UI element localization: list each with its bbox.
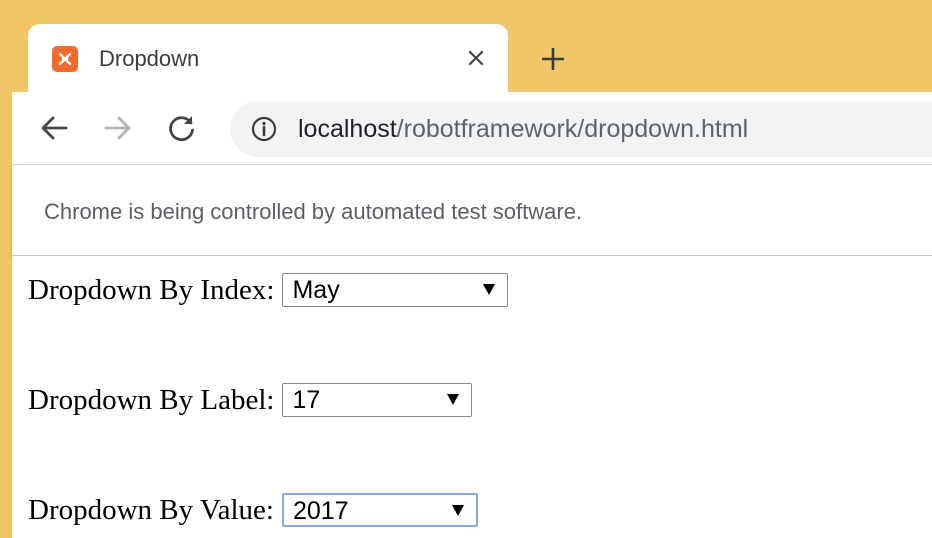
dropdown-by-index-label: Dropdown By Index:: [28, 273, 275, 306]
triangle-down-icon: [451, 505, 464, 516]
dropdown-by-label-row: Dropdown By Label: 17: [28, 380, 473, 420]
triangle-down-icon: [483, 284, 496, 295]
tab-dropdown[interactable]: Dropdown: [28, 24, 508, 92]
dropdown-by-value-row: Dropdown By Value: 2017: [28, 490, 478, 530]
address-bar[interactable]: localhost/robotframework/dropdown.html: [230, 101, 932, 157]
dropdown-by-value-select[interactable]: 2017: [281, 493, 478, 527]
close-icon[interactable]: [460, 42, 492, 74]
arrow-left-icon[interactable]: [36, 110, 72, 146]
browser-toolbar: localhost/robotframework/dropdown.html: [12, 92, 932, 165]
automation-infobar: Chrome is being controlled by automated …: [12, 165, 932, 256]
tab-title: Dropdown: [99, 46, 200, 71]
xampp-icon: [52, 46, 78, 72]
dropdown-by-label-select[interactable]: 17: [282, 383, 473, 417]
dropdown-by-index-select[interactable]: May: [282, 273, 509, 307]
dropdown-by-value-value: 2017: [292, 497, 349, 525]
dropdown-by-value-label: Dropdown By Value:: [28, 493, 274, 526]
url-host: localhost: [298, 115, 397, 143]
arrow-right-icon[interactable]: [100, 110, 136, 146]
plus-icon[interactable]: [536, 42, 570, 76]
dropdown-by-index-value: May: [292, 276, 340, 304]
triangle-down-icon: [447, 394, 460, 405]
infobar-message: Chrome is being controlled by automated …: [44, 199, 583, 224]
url-text: localhost/robotframework/dropdown.html: [298, 114, 748, 144]
dropdown-by-label-value: 17: [292, 386, 321, 414]
url-path: /robotframework/dropdown.html: [396, 115, 749, 143]
dropdown-by-index-row: Dropdown By Index: May: [28, 270, 509, 310]
reload-icon[interactable]: [164, 110, 200, 146]
info-icon[interactable]: [251, 116, 277, 142]
page-content: Dropdown By Index: May Dropdown By Label…: [12, 256, 932, 538]
tab-strip: Dropdown: [0, 0, 932, 92]
dropdown-by-label-label: Dropdown By Label:: [28, 383, 275, 416]
